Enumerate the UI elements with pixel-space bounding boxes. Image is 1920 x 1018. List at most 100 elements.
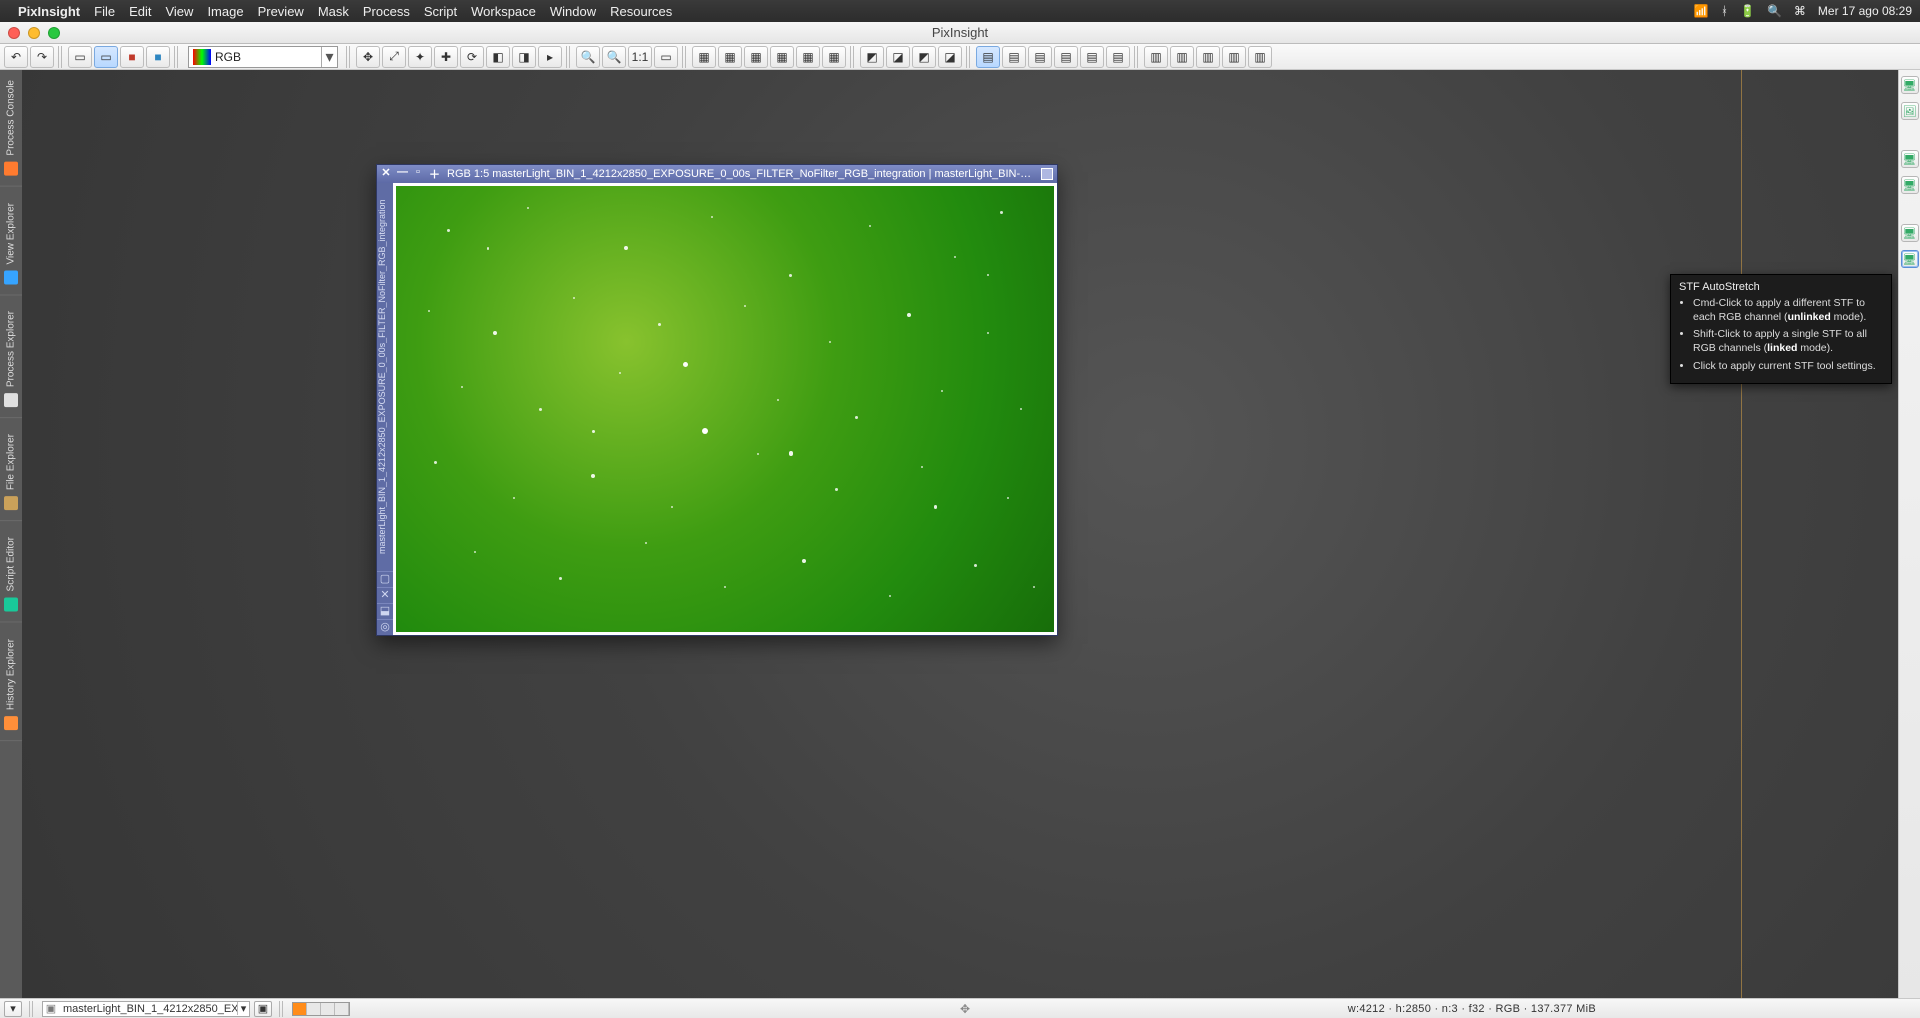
view-selector[interactable]: ▣ masterLight_BIN_1_4212x2850_EXPOS ▾ bbox=[42, 1001, 250, 1017]
menu-window[interactable]: Window bbox=[550, 4, 596, 19]
image-side-tool-3[interactable]: ◎ bbox=[377, 619, 393, 635]
grid-1-button[interactable]: ▦ bbox=[692, 46, 716, 68]
image-window-restore-button[interactable]: ▫ bbox=[413, 166, 423, 182]
channel-selector[interactable]: RGB ▾ bbox=[188, 46, 338, 68]
stf-a-button[interactable]: ▤ bbox=[976, 46, 1000, 68]
hist-a-button[interactable]: ◩ bbox=[860, 46, 884, 68]
zoom-1to1-button[interactable]: 1:1 bbox=[628, 46, 652, 68]
menu-preview[interactable]: Preview bbox=[258, 4, 304, 19]
grid-5-button[interactable]: ▦ bbox=[796, 46, 820, 68]
battery-icon[interactable]: 🔋 bbox=[1740, 4, 1755, 18]
center-tool-button[interactable]: ✦ bbox=[408, 46, 432, 68]
star bbox=[954, 256, 956, 258]
right-panel-button-3[interactable]: 🖥 bbox=[1901, 176, 1919, 194]
hist-c-button[interactable]: ◩ bbox=[912, 46, 936, 68]
image-side-tool-0[interactable]: ▢ bbox=[377, 571, 393, 587]
stf-c-button[interactable]: ▤ bbox=[1028, 46, 1052, 68]
menu-image[interactable]: Image bbox=[207, 4, 243, 19]
workspace-swatch-3[interactable] bbox=[335, 1003, 349, 1015]
flip-h-button[interactable]: ◧ bbox=[486, 46, 510, 68]
grid-6-button[interactable]: ▦ bbox=[822, 46, 846, 68]
readout-b-button[interactable]: ▥ bbox=[1170, 46, 1194, 68]
chevron-down-icon[interactable]: ▾ bbox=[321, 47, 337, 67]
image-canvas[interactable] bbox=[396, 186, 1054, 632]
pan-tool-button[interactable]: ✥ bbox=[356, 46, 380, 68]
hist-d-button[interactable]: ◪ bbox=[938, 46, 962, 68]
right-panel-button-5[interactable]: 🖥 bbox=[1901, 250, 1919, 268]
undo-button[interactable]: ↶ bbox=[4, 46, 28, 68]
image-window-titlebar[interactable]: ✕ — ▫ ＋ RGB 1:5 masterLight_BIN_1_4212x2… bbox=[377, 165, 1057, 183]
menu-workspace[interactable]: Workspace bbox=[471, 4, 536, 19]
grid-4-button[interactable]: ▦ bbox=[770, 46, 794, 68]
menu-view[interactable]: View bbox=[165, 4, 193, 19]
chevron-down-icon[interactable]: ▾ bbox=[237, 1002, 249, 1015]
workspace-swatch-0[interactable] bbox=[293, 1003, 307, 1015]
workspace-swatches[interactable] bbox=[292, 1002, 350, 1016]
search-icon[interactable]: 🔍 bbox=[1767, 4, 1782, 18]
move-tool-button[interactable]: ✚ bbox=[434, 46, 458, 68]
image-window-title: RGB 1:5 masterLight_BIN_1_4212x2850_EXPO… bbox=[447, 168, 1033, 180]
left-tab-history-explorer[interactable]: History Explorer bbox=[0, 629, 22, 741]
grid-3-button[interactable]: ▦ bbox=[744, 46, 768, 68]
stf-e-button[interactable]: ▤ bbox=[1080, 46, 1104, 68]
image-window-close-button[interactable]: ✕ bbox=[381, 166, 391, 182]
menu-mask[interactable]: Mask bbox=[318, 4, 349, 19]
workspace-canvas[interactable]: ✕ — ▫ ＋ RGB 1:5 masterLight_BIN_1_4212x2… bbox=[22, 70, 1898, 998]
status-menu-button[interactable]: ▾ bbox=[4, 1001, 22, 1017]
menu-edit[interactable]: Edit bbox=[129, 4, 151, 19]
stf-d-button[interactable]: ▤ bbox=[1054, 46, 1078, 68]
pointer-tool-button[interactable]: ▸ bbox=[538, 46, 562, 68]
star bbox=[921, 466, 923, 468]
menu-process[interactable]: Process bbox=[363, 4, 410, 19]
fit-tool-button[interactable]: ⤢ bbox=[382, 46, 406, 68]
right-panel-button-0[interactable]: 🖥 bbox=[1901, 76, 1919, 94]
swatch-b-button[interactable]: ■ bbox=[146, 46, 170, 68]
hist-b-button[interactable]: ◪ bbox=[886, 46, 910, 68]
wifi-icon[interactable]: 📶 bbox=[1694, 4, 1709, 18]
grid-2-button[interactable]: ▦ bbox=[718, 46, 742, 68]
image-side-tool-1[interactable]: ✕ bbox=[377, 587, 393, 603]
readout-a-button[interactable]: ▥ bbox=[1144, 46, 1168, 68]
right-panel-button-1[interactable]: 🖼 bbox=[1901, 102, 1919, 120]
readout-c-button[interactable]: ▥ bbox=[1196, 46, 1220, 68]
window-mode-b-button[interactable]: ▭ bbox=[94, 46, 118, 68]
flip-v-button[interactable]: ◨ bbox=[512, 46, 536, 68]
workspace-swatch-1[interactable] bbox=[307, 1003, 321, 1015]
left-tab-view-explorer[interactable]: View Explorer bbox=[0, 193, 22, 296]
zoom-fit-button[interactable]: ▭ bbox=[654, 46, 678, 68]
left-tab-process-console[interactable]: Process Console bbox=[0, 70, 22, 187]
swatch-a-button[interactable]: ■ bbox=[120, 46, 144, 68]
rotate-tool-button[interactable]: ⟳ bbox=[460, 46, 484, 68]
menu-file[interactable]: File bbox=[94, 4, 115, 19]
menu-script[interactable]: Script bbox=[424, 4, 457, 19]
menu-resources[interactable]: Resources bbox=[610, 4, 672, 19]
workspace-swatch-2[interactable] bbox=[321, 1003, 335, 1015]
image-window-maximize-button[interactable]: ＋ bbox=[429, 166, 439, 182]
left-tab-script-editor[interactable]: Script Editor bbox=[0, 527, 22, 622]
left-tab-process-explorer[interactable]: Process Explorer bbox=[0, 301, 22, 418]
image-side-tool-2[interactable]: ⬓ bbox=[377, 603, 393, 619]
image-window[interactable]: ✕ — ▫ ＋ RGB 1:5 masterLight_BIN_1_4212x2… bbox=[376, 164, 1058, 636]
image-canvas-frame bbox=[393, 183, 1057, 635]
control-center-icon[interactable]: ⌘ bbox=[1794, 4, 1806, 18]
window-mode-a-button[interactable]: ▭ bbox=[68, 46, 92, 68]
bluetooth-icon[interactable]: ᚼ bbox=[1721, 4, 1728, 18]
image-window-icon[interactable] bbox=[1041, 168, 1053, 180]
readout-d-button[interactable]: ▥ bbox=[1222, 46, 1246, 68]
zoom-in-button[interactable]: 🔍 bbox=[576, 46, 600, 68]
left-tab-file-explorer[interactable]: File Explorer bbox=[0, 424, 22, 521]
readout-e-button[interactable]: ▥ bbox=[1248, 46, 1272, 68]
image-window-minimize-button[interactable]: — bbox=[397, 166, 407, 182]
zoom-out-button[interactable]: 🔍 bbox=[602, 46, 626, 68]
redo-button[interactable]: ↷ bbox=[30, 46, 54, 68]
right-panel-button-2[interactable]: 🖥 bbox=[1901, 150, 1919, 168]
star bbox=[619, 372, 621, 374]
clock[interactable]: Mer 17 ago 08:29 bbox=[1818, 4, 1912, 18]
app-name[interactable]: PixInsight bbox=[18, 4, 80, 19]
star bbox=[683, 362, 688, 367]
vertical-guide-line bbox=[1741, 70, 1742, 998]
right-panel-button-4[interactable]: 🖥 bbox=[1901, 224, 1919, 242]
stf-f-button[interactable]: ▤ bbox=[1106, 46, 1130, 68]
view-pin-button[interactable]: ▣ bbox=[254, 1001, 272, 1017]
stf-b-button[interactable]: ▤ bbox=[1002, 46, 1026, 68]
